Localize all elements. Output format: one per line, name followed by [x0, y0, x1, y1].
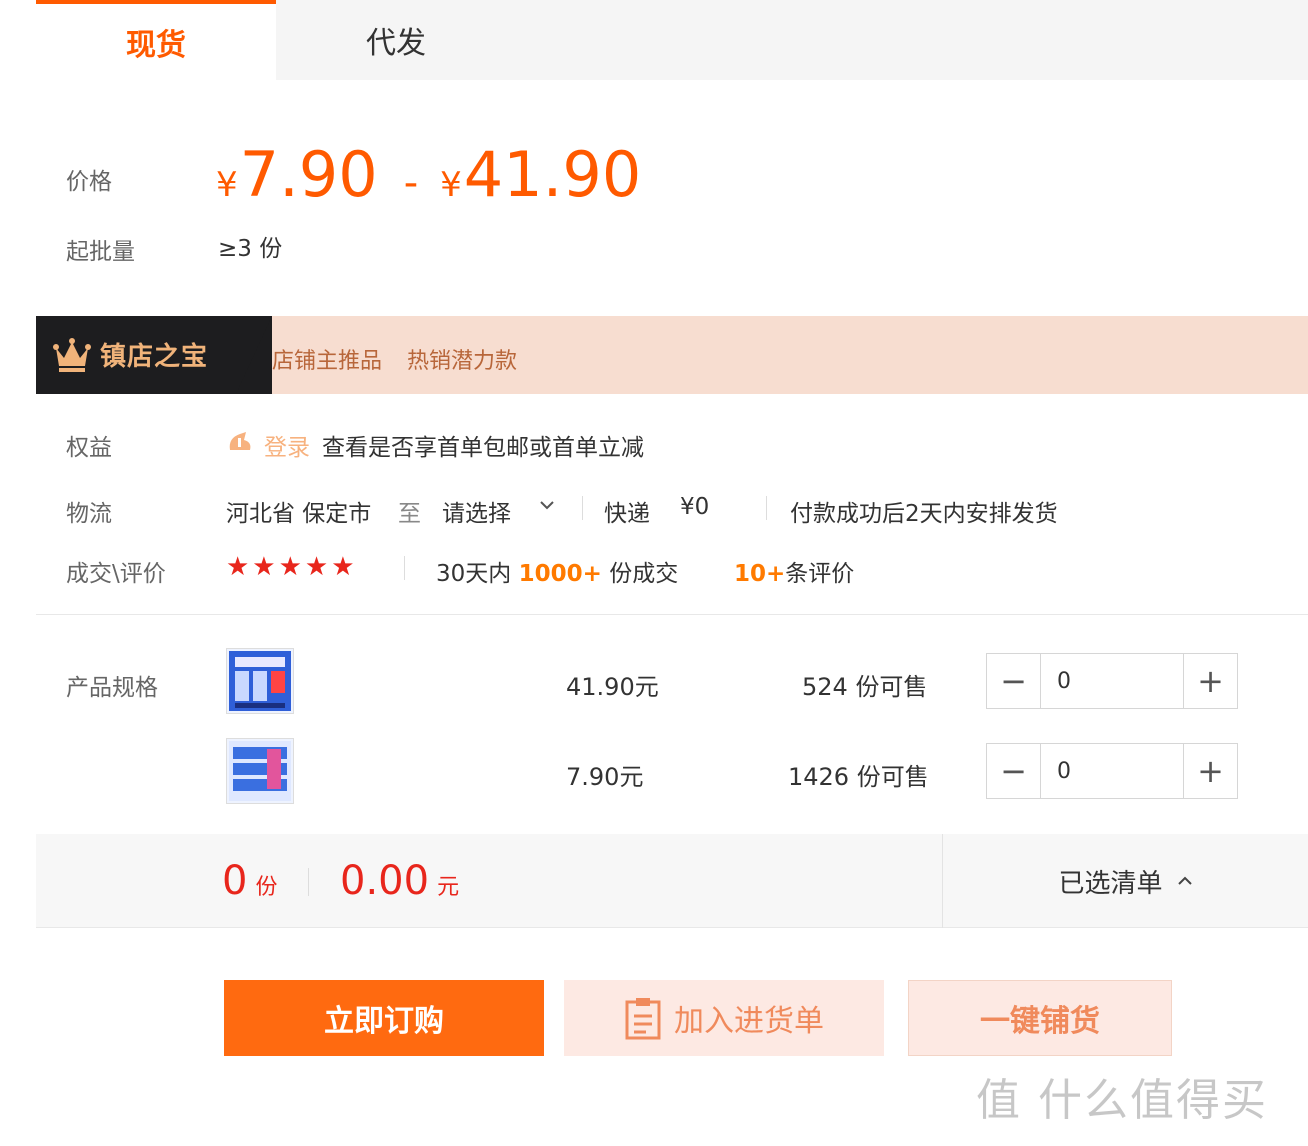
order-now-button[interactable]: 立即订购 — [224, 980, 544, 1056]
reviews-label: 成交\评价 — [66, 561, 166, 587]
currency-symbol: ¥ — [440, 165, 462, 205]
divider — [404, 556, 405, 580]
tab-in-stock[interactable]: 现货 — [36, 0, 276, 80]
price-separator: - — [403, 160, 419, 206]
coupon-icon — [229, 432, 251, 450]
one-click-distribute-button[interactable]: 一键铺货 — [908, 980, 1172, 1056]
moq-value: ≥3 份 — [218, 236, 283, 262]
sales-count: 1000+ — [518, 561, 602, 587]
logistics-label: 物流 — [66, 501, 112, 527]
spec-price: 41.90元 — [566, 673, 659, 701]
chevron-up-icon — [1177, 876, 1192, 885]
section-divider — [36, 614, 1308, 615]
selected-count: 0 份 — [222, 858, 278, 904]
add-to-purchase-list-button[interactable]: 加入进货单 — [564, 980, 884, 1056]
banner-title: 镇店之宝 — [100, 342, 209, 372]
tab-dropship[interactable]: 代发 — [276, 0, 516, 80]
product-image-icon — [229, 651, 291, 711]
selected-amount: 0.00 元 — [340, 858, 460, 904]
decrement-button[interactable]: − — [987, 654, 1041, 708]
specs-label: 产品规格 — [66, 675, 158, 701]
order-summary-bar: 0 份 0.00 元 已选清单 — [36, 834, 1308, 928]
divider — [308, 868, 309, 896]
price-label: 价格 — [66, 169, 112, 195]
ship-fee: ¥0 — [680, 494, 710, 520]
clipboard-icon — [625, 998, 661, 1040]
spec-stock: 524 份可售 — [802, 673, 928, 701]
review-count: 10+ — [734, 561, 786, 587]
benefits-label: 权益 — [66, 435, 112, 461]
star-rating: ★★★★★ — [226, 552, 358, 582]
spec-thumbnail[interactable] — [226, 738, 294, 804]
currency-symbol: ¥ — [216, 165, 238, 205]
watermark: 值 什么值得买 — [976, 1075, 1268, 1126]
banner-tag: 热销潜力款 — [407, 349, 518, 374]
price-range: ¥ 7.90 - ¥ 41.90 — [216, 138, 641, 218]
banner-tag: 店铺主推品 — [272, 349, 383, 374]
quantity-input[interactable] — [1041, 654, 1181, 708]
spec-thumbnail[interactable] — [226, 648, 294, 714]
divider — [766, 496, 767, 520]
selected-list-toggle[interactable]: 已选清单 — [942, 834, 1308, 928]
divider — [582, 496, 583, 520]
ship-to-label: 至 — [398, 501, 421, 527]
sales-info: 30天内 1000+ 份成交 — [436, 561, 679, 587]
spec-stock: 1426 份可售 — [788, 763, 929, 791]
shipping-note: 付款成功后2天内安排发货 — [790, 501, 1058, 527]
crown-icon — [53, 338, 91, 372]
login-link[interactable]: 登录 — [264, 428, 310, 462]
ship-origin: 河北省 保定市 — [226, 501, 372, 527]
benefits-text: 查看是否享首单包邮或首单立减 — [322, 435, 644, 461]
moq-label: 起批量 — [66, 239, 135, 265]
destination-select[interactable]: 请选择 — [442, 494, 511, 528]
quantity-stepper: − + — [986, 653, 1238, 709]
tab-bar: 现货 代发 — [36, 0, 1308, 80]
increment-button[interactable]: + — [1183, 654, 1237, 708]
quantity-stepper: − + — [986, 743, 1238, 799]
price-low: 7.90 — [239, 138, 378, 211]
product-image-icon — [229, 741, 291, 801]
review-link[interactable]: 10+条评价 — [734, 554, 854, 588]
increment-button[interactable]: + — [1183, 744, 1237, 798]
decrement-button[interactable]: − — [987, 744, 1041, 798]
banner-tags: 店铺主推品 热销潜力款 — [272, 343, 535, 375]
price-high: 41.90 — [463, 138, 642, 211]
chevron-down-icon[interactable] — [538, 496, 556, 514]
quantity-input[interactable] — [1041, 744, 1181, 798]
featured-banner: 镇店之宝 店铺主推品 热销潜力款 — [36, 316, 1308, 394]
spec-price: 7.90元 — [566, 763, 644, 791]
ship-method: 快递 — [604, 501, 650, 527]
